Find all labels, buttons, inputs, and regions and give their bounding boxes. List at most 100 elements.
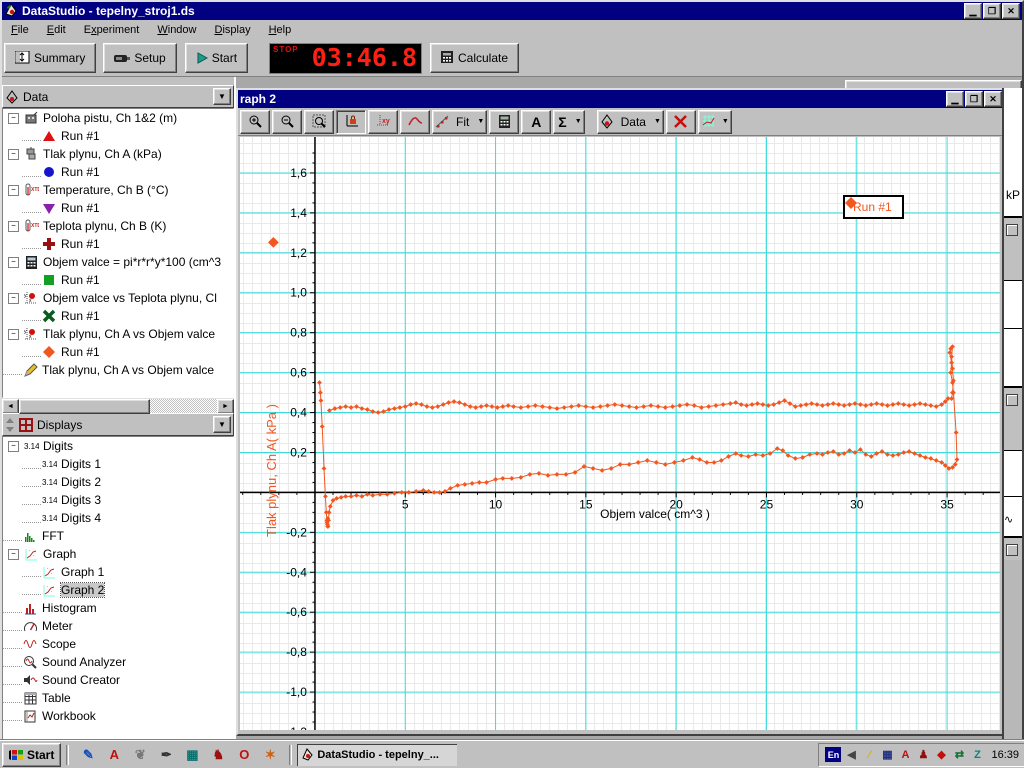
scale-to-fit-button[interactable]: [336, 110, 366, 134]
bird-icon[interactable]: ❦: [130, 745, 150, 765]
menu-experiment[interactable]: Experiment: [75, 22, 149, 38]
run-item[interactable]: Run #1: [3, 199, 233, 217]
menu-edit[interactable]: Edit: [38, 22, 75, 38]
smart-tool-button[interactable]: [400, 110, 430, 134]
run-item[interactable]: Run #1: [3, 343, 233, 361]
display-item-graph-2[interactable]: Graph 2: [3, 581, 233, 599]
graph-close-button[interactable]: ✕: [984, 91, 1002, 107]
run-item[interactable]: Run #1: [3, 307, 233, 325]
expand-toggle-icon[interactable]: −: [8, 113, 19, 124]
calculator-button[interactable]: [489, 110, 519, 134]
scroll-thumb[interactable]: [19, 399, 150, 414]
axis-settings-button[interactable]: xy: [368, 110, 398, 134]
close-button[interactable]: ✕: [1002, 3, 1020, 19]
menu-file[interactable]: File: [2, 22, 38, 38]
flame-icon[interactable]: ✶: [260, 745, 280, 765]
ati-icon[interactable]: A: [897, 747, 913, 763]
diamond-icon[interactable]: ◆: [933, 747, 949, 763]
app-titlebar[interactable]: DataStudio - tepelny_stroj1.ds ▁ ❐ ✕: [2, 2, 1022, 20]
volume-icon[interactable]: ◀: [843, 747, 859, 763]
expand-toggle-icon[interactable]: −: [8, 549, 19, 560]
chart-plot-area[interactable]: -1,2-1,0-0,8-0,6-0,4-0,20,20,40,60,81,01…: [240, 137, 1000, 730]
calculate-button[interactable]: Calculate: [430, 43, 519, 73]
notes-icon[interactable]: ✎: [78, 745, 98, 765]
zoom-out-button[interactable]: [272, 110, 302, 134]
statistics-button[interactable]: Σ▼: [553, 110, 584, 134]
delete-button[interactable]: [666, 110, 696, 134]
zoom-in-button[interactable]: [240, 110, 270, 134]
data-tree-item[interactable]: −xyTlak plynu, Ch A vs Objem valce: [3, 325, 233, 343]
data-tree-item[interactable]: −xyObjem valce vs Teplota plynu, Cl: [3, 289, 233, 307]
scheduler-icon[interactable]: ▦: [879, 747, 895, 763]
start-button[interactable]: Start: [185, 43, 248, 73]
expand-toggle-icon[interactable]: −: [8, 441, 19, 452]
minimize-button[interactable]: ▁: [964, 3, 982, 19]
graph-window-titlebar[interactable]: raph 2 ▁ ❐ ✕: [238, 90, 1004, 108]
display-item-table[interactable]: Table: [3, 689, 233, 707]
display-item-workbook[interactable]: Workbook: [3, 707, 233, 725]
zmodem-icon[interactable]: Z: [969, 747, 985, 763]
expand-toggle-icon[interactable]: −: [8, 149, 19, 160]
display-item-sound-creator[interactable]: Sound Creator: [3, 671, 233, 689]
run-item[interactable]: Run #1: [3, 127, 233, 145]
display-item-graph-1[interactable]: Graph 1: [3, 563, 233, 581]
display-item-fft[interactable]: FFT: [3, 527, 233, 545]
dragon-icon[interactable]: ♞: [208, 745, 228, 765]
start-menu-button[interactable]: Start: [2, 743, 61, 767]
pen-icon[interactable]: ✒: [156, 745, 176, 765]
display-item-graph[interactable]: −Graph: [3, 545, 233, 563]
data-tree-item[interactable]: −XTDTemperature, Ch B (°C): [3, 181, 233, 199]
display-item-digits[interactable]: −3.14Digits: [3, 437, 233, 455]
run-item[interactable]: Run #1: [3, 235, 233, 253]
expand-toggle-icon[interactable]: −: [8, 329, 19, 340]
task-button-datastudio[interactable]: DataStudio - tepelny_...: [297, 744, 457, 766]
data-menu-button[interactable]: Data▼: [597, 110, 664, 134]
run-item[interactable]: Run #1: [3, 163, 233, 181]
display-item-meter[interactable]: Meter: [3, 617, 233, 635]
data-tree-item[interactable]: Tlak plynu, Ch A vs Objem valce: [3, 361, 233, 379]
display-item-digits-1[interactable]: 3.14Digits 1: [3, 455, 233, 473]
display-item-digits-4[interactable]: 3.14Digits 4: [3, 509, 233, 527]
graph-minimize-button[interactable]: ▁: [946, 91, 964, 107]
displays-section-dropdown[interactable]: ▼: [213, 416, 231, 433]
setup-button[interactable]: Setup: [103, 43, 176, 73]
menu-window[interactable]: Window: [148, 22, 205, 38]
displays-section-header[interactable]: Displays ▼: [2, 413, 234, 436]
run-item[interactable]: Run #1: [3, 271, 233, 289]
summary-button[interactable]: Summary: [4, 43, 96, 73]
data-tree-item[interactable]: −Objem valce = pi*r*r*y*100 (cm^3: [3, 253, 233, 271]
scroll-left-arrow[interactable]: ◄: [2, 399, 19, 414]
keyboard-layout-indicator[interactable]: En: [825, 747, 841, 762]
maximize-button[interactable]: ❐: [983, 3, 1001, 19]
graph-settings-button[interactable]: ▼: [698, 110, 732, 134]
fit-menu-button[interactable]: Fit▼: [432, 110, 487, 134]
display-item-histogram[interactable]: Histogram: [3, 599, 233, 617]
data-section-dropdown[interactable]: ▼: [213, 88, 231, 105]
data-section-header[interactable]: Data ▼: [2, 85, 234, 108]
sync-icon[interactable]: ⇄: [951, 747, 967, 763]
text-tool-button[interactable]: A: [521, 110, 551, 134]
data-tree-item[interactable]: −XTDTeplota plynu, Ch B (K): [3, 217, 233, 235]
zoom-select-button[interactable]: [304, 110, 334, 134]
graph-maximize-button[interactable]: ❐: [965, 91, 983, 107]
expand-toggle-icon[interactable]: −: [8, 185, 19, 196]
display-item-scope[interactable]: Scope: [3, 635, 233, 653]
menu-display[interactable]: Display: [206, 22, 260, 38]
calculator-icon[interactable]: ▦: [182, 745, 202, 765]
scroll-right-arrow[interactable]: ►: [217, 399, 234, 414]
acrobat-icon[interactable]: A: [104, 745, 124, 765]
data-tree-item[interactable]: −Poloha pistu, Ch 1&2 (m): [3, 109, 233, 127]
data-tree-item[interactable]: −Tlak plynu, Ch A (kPa): [3, 145, 233, 163]
expand-toggle-icon[interactable]: −: [8, 293, 19, 304]
chart-legend[interactable]: Run #1: [843, 195, 904, 219]
opera-icon[interactable]: O: [234, 745, 254, 765]
menu-help[interactable]: Help: [260, 22, 301, 38]
display-item-digits-2[interactable]: 3.14Digits 2: [3, 473, 233, 491]
expand-toggle-icon[interactable]: −: [8, 221, 19, 232]
data-tree-hscrollbar[interactable]: ◄ ►: [2, 398, 234, 413]
agent-icon[interactable]: ♟: [915, 747, 931, 763]
display-item-digits-3[interactable]: 3.14Digits 3: [3, 491, 233, 509]
display-item-sound-analyzer[interactable]: Sound Analyzer: [3, 653, 233, 671]
expand-toggle-icon[interactable]: −: [8, 257, 19, 268]
lightning-icon[interactable]: ⁄: [861, 747, 877, 763]
